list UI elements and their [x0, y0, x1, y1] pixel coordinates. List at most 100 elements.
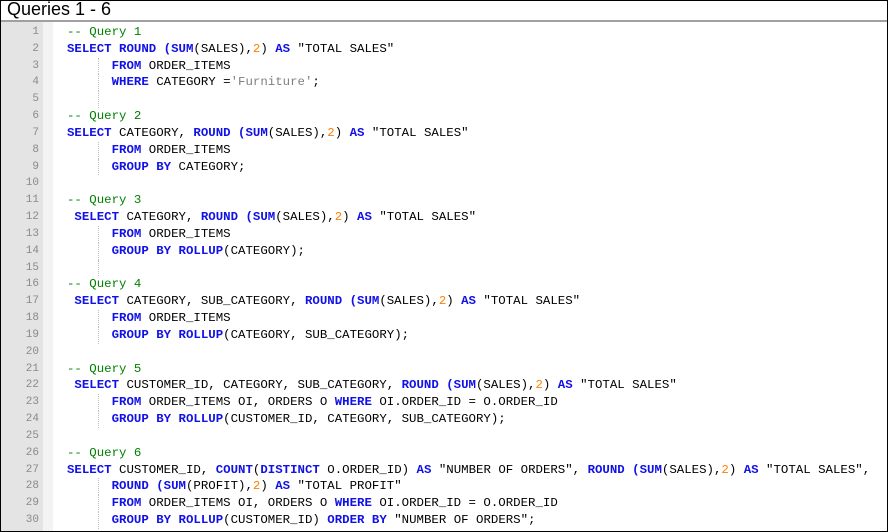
code-text[interactable]: GROUP BY ROLLUP(CATEGORY);	[67, 243, 305, 260]
code-text[interactable]: SELECT CATEGORY, ROUND (SUM(SALES),2) AS…	[67, 125, 469, 142]
code-line[interactable]: 16 -- Query 4	[1, 276, 887, 293]
text-token: (SALES),	[193, 41, 253, 56]
number-token: 2	[327, 125, 335, 140]
line-number: 4	[32, 76, 39, 89]
code-text[interactable]: FROM ORDER_ITEMS OI, ORDERS O WHERE OI.O…	[67, 394, 558, 411]
line-number: 28	[25, 480, 39, 493]
code-text[interactable]: -- Query 2	[67, 108, 141, 125]
code-text[interactable]: FROM ORDER_ITEMS	[67, 142, 231, 159]
line-number: 18	[25, 312, 39, 325]
code-line[interactable]: 2 SELECT ROUND (SUM(SALES),2) AS "TOTAL S…	[1, 41, 887, 58]
code-line[interactable]: 29 FROM ORDER_ITEMS OI, ORDERS O WHERE O…	[1, 495, 887, 513]
code-line[interactable]: 12 SELECT CATEGORY, ROUND (SUM(SALES),2)…	[1, 209, 887, 226]
keyword-token: GROUP BY ROLLUP	[111, 327, 224, 342]
code-text[interactable]: SELECT ROUND (SUM(SALES),2) AS "TOTAL SA…	[67, 41, 394, 58]
code-text[interactable]: GROUP BY ROLLUP(CATEGORY, SUB_CATEGORY);	[67, 327, 409, 344]
text-token: (SALES),	[275, 210, 335, 225]
code-line[interactable]: 10	[1, 175, 887, 192]
comment-token: -- Query 1	[67, 25, 142, 39]
code-line[interactable]: 15	[1, 259, 887, 277]
text-token: OI.ORDER_ID = O.ORDER_ID	[371, 496, 558, 511]
text-token: ORDER_ITEMS OI, ORDERS O	[141, 395, 335, 410]
code-text[interactable]: GROUP BY ROLLUP(CUSTOMER_ID, CATEGORY, S…	[67, 411, 506, 428]
text-token: (SALES),	[661, 462, 722, 477]
line-number: 26	[25, 446, 39, 459]
code-line[interactable]: 4 WHERE CATEGORY ='Furniture';	[1, 74, 887, 92]
code-text[interactable]: SELECT CUSTOMER_ID, CATEGORY, SUB_CATEGO…	[67, 377, 676, 394]
number-token: 2	[721, 462, 729, 477]
keyword-token: WHERE	[334, 395, 372, 410]
text-token: )	[260, 41, 276, 56]
code-line[interactable]: 30 GROUP BY ROLLUP(CUSTOMER_ID) ORDER BY…	[1, 512, 887, 529]
code-line[interactable]: 27 SELECT CUSTOMER_ID, COUNT(DISTINCT O.O…	[1, 462, 887, 479]
keyword-token: GROUP BY ROLLUP	[111, 513, 224, 528]
text-token: )	[728, 462, 744, 477]
line-number: 25	[25, 429, 39, 442]
keyword-token: ROUND (SUM	[200, 210, 276, 225]
keyword-token: FROM	[111, 311, 142, 326]
code-text[interactable]: FROM ORDER_ITEMS	[67, 226, 231, 243]
code-line[interactable]: 28 ROUND (SUM(PROFIT),2) AS "TOTAL PROFI…	[1, 478, 887, 496]
comment-token: -- Query 4	[67, 277, 142, 292]
code-text[interactable]: SELECT CATEGORY, ROUND (SUM(SALES),2) AS…	[67, 209, 476, 226]
text-token: ORDER_ITEMS	[141, 226, 231, 241]
text-token: CUSTOMER_ID, CATEGORY, SUB_CATEGORY,	[119, 378, 402, 393]
code-line[interactable]: 14 GROUP BY ROLLUP(CATEGORY);	[1, 242, 887, 260]
keyword-token: DISTINCT	[260, 462, 320, 477]
line-number: 22	[25, 379, 39, 392]
text-token: )	[334, 125, 350, 140]
code-lines[interactable]: 1 -- Query 1 2 SELECT ROUND (SUM(SALES),2) …	[1, 24, 887, 529]
code-text[interactable]: SELECT CATEGORY, SUB_CATEGORY, ROUND (SU…	[67, 293, 580, 310]
keyword-token: AS	[275, 41, 291, 56]
code-line[interactable]: 21 -- Query 5	[1, 361, 887, 378]
keyword-token: FROM	[111, 142, 142, 157]
text-token: ORDER_ITEMS	[141, 311, 231, 326]
keyword-token: SELECT	[67, 378, 120, 393]
code-editor[interactable]: 1 -- Query 1 2 SELECT ROUND (SUM(SALES),2) …	[1, 22, 887, 531]
code-line[interactable]: 13 FROM ORDER_ITEMS	[1, 225, 887, 243]
code-line[interactable]: 19 GROUP BY ROLLUP(CATEGORY, SUB_CATEGOR…	[1, 326, 887, 344]
code-text[interactable]: WHERE CATEGORY ='Furniture';	[67, 74, 320, 91]
code-line[interactable]: 23 FROM ORDER_ITEMS OI, ORDERS O WHERE O…	[1, 394, 887, 412]
code-text[interactable]: GROUP BY ROLLUP(CUSTOMER_ID) ORDER BY "N…	[67, 512, 536, 529]
code-text[interactable]: SELECT CUSTOMER_ID, COUNT(DISTINCT O.ORD…	[67, 462, 870, 479]
code-line[interactable]: 9 GROUP BY CATEGORY;	[1, 158, 887, 176]
code-line[interactable]: 17 SELECT CATEGORY, SUB_CATEGORY, ROUND …	[1, 293, 887, 310]
code-text[interactable]: -- Query 1	[67, 24, 141, 41]
text-token: "TOTAL SALES",	[758, 462, 871, 477]
page-title: Queries 1 - 6	[7, 0, 112, 19]
line-number: 3	[32, 59, 39, 72]
code-line[interactable]: 22 SELECT CUSTOMER_ID, CATEGORY, SUB_CAT…	[1, 377, 887, 394]
line-number: 9	[32, 160, 39, 173]
code-text[interactable]: -- Query 3	[67, 192, 141, 209]
text-token: "NUMBER OF ORDERS";	[386, 513, 536, 528]
code-text[interactable]: -- Query 6	[67, 445, 141, 462]
code-line[interactable]: 20	[1, 344, 887, 361]
code-line[interactable]: 24 GROUP BY ROLLUP(CUSTOMER_ID, CATEGORY…	[1, 411, 887, 428]
code-text[interactable]: ROUND (SUM(PROFIT),2) AS "TOTAL PROFIT"	[67, 478, 402, 495]
code-text[interactable]: FROM ORDER_ITEMS OI, ORDERS O WHERE OI.O…	[67, 495, 558, 512]
code-text[interactable]: GROUP BY CATEGORY;	[67, 159, 246, 176]
line-number: 20	[25, 345, 39, 358]
code-text[interactable]: -- Query 4	[67, 276, 141, 293]
code-text[interactable]: -- Query 5	[67, 361, 141, 378]
code-line[interactable]: 1 -- Query 1	[1, 24, 887, 41]
code-line[interactable]: 7 SELECT CATEGORY, ROUND (SUM(SALES),2) A…	[1, 125, 887, 142]
code-line[interactable]: 11 -- Query 3	[1, 192, 887, 209]
code-line[interactable]: 8 FROM ORDER_ITEMS	[1, 141, 887, 159]
code-line[interactable]: 3 FROM ORDER_ITEMS	[1, 57, 887, 75]
keyword-token: ROUND (SUM	[401, 378, 476, 393]
code-line[interactable]: 6 -- Query 2	[1, 108, 887, 125]
line-number: 29	[25, 497, 39, 510]
code-text[interactable]: FROM ORDER_ITEMS	[67, 310, 231, 327]
code-text[interactable]: FROM ORDER_ITEMS	[67, 58, 231, 75]
code-line[interactable]: 5	[1, 91, 887, 109]
code-line[interactable]: 25	[1, 428, 887, 445]
code-line[interactable]: 18 FROM ORDER_ITEMS	[1, 310, 887, 327]
code-line[interactable]: 26 -- Query 6	[1, 445, 887, 462]
